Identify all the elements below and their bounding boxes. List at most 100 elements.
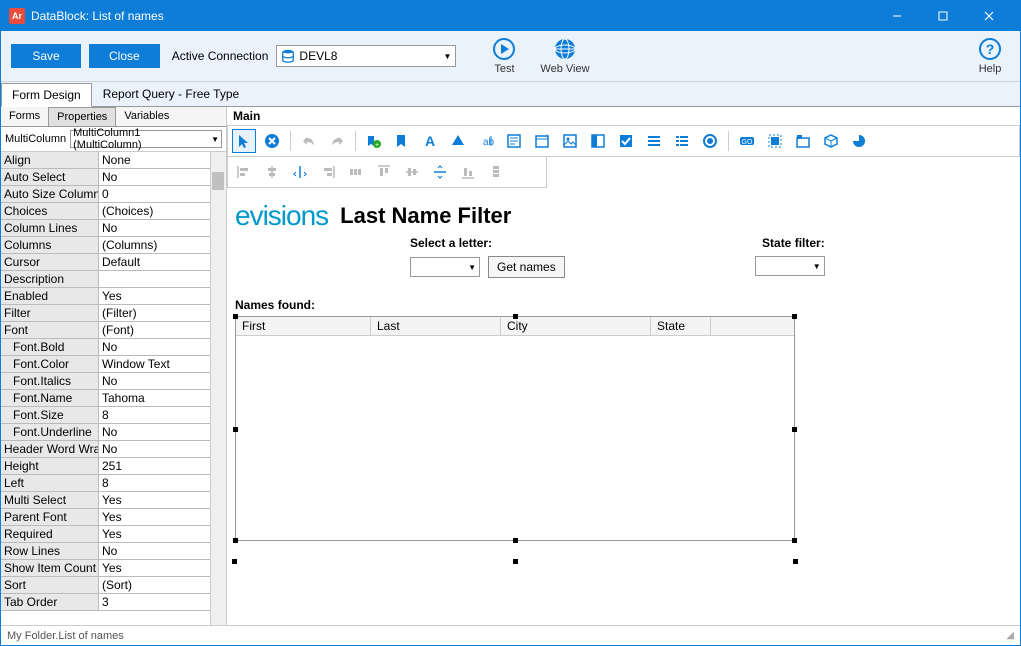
distribute-h-button[interactable] xyxy=(344,160,368,184)
panel-tool[interactable] xyxy=(586,129,610,153)
prop-value[interactable]: Tahoma xyxy=(99,390,226,407)
prop-selector-dropdown[interactable]: MultiColumn1 (MultiColumn)▼ xyxy=(70,130,222,148)
prop-value[interactable]: (Choices) xyxy=(99,203,226,220)
tab-tool[interactable] xyxy=(791,129,815,153)
prop-value[interactable]: No xyxy=(99,543,226,560)
prop-name[interactable]: Show Item Count xyxy=(1,560,99,577)
prop-name[interactable]: Auto Size Columns xyxy=(1,186,99,203)
center-v-button[interactable] xyxy=(428,160,452,184)
image-tool[interactable] xyxy=(558,129,582,153)
prop-name[interactable]: Description xyxy=(1,271,99,288)
tab-variables[interactable]: Variables xyxy=(116,107,177,126)
connection-dropdown[interactable]: DEVL8 ▼ xyxy=(276,45,456,67)
webview-button[interactable]: Web View xyxy=(532,37,597,75)
prop-value[interactable]: 251 xyxy=(99,458,226,475)
prop-name[interactable]: Filter xyxy=(1,305,99,322)
prop-value[interactable]: 8 xyxy=(99,407,226,424)
redo-button[interactable] xyxy=(325,129,349,153)
prop-name[interactable]: Font.Size xyxy=(1,407,99,424)
undo-button[interactable] xyxy=(297,129,321,153)
tab-forms[interactable]: Forms xyxy=(1,107,48,126)
grid-column-header[interactable]: City xyxy=(501,317,651,335)
shape-tool[interactable] xyxy=(446,129,470,153)
design-canvas[interactable]: evisions Last Name Filter Select a lette… xyxy=(227,188,1020,625)
prop-value[interactable]: Yes xyxy=(99,288,226,305)
prop-value[interactable]: Default xyxy=(99,254,226,271)
grid-column-header[interactable]: Last xyxy=(371,317,501,335)
maximize-button[interactable] xyxy=(920,1,966,31)
prop-value[interactable]: No xyxy=(99,169,226,186)
band-tool[interactable] xyxy=(390,129,414,153)
delete-tool[interactable] xyxy=(260,129,284,153)
distribute-v-button[interactable] xyxy=(484,160,508,184)
prop-value[interactable]: (Columns) xyxy=(99,237,226,254)
memo-tool[interactable] xyxy=(502,129,526,153)
align-left-button[interactable] xyxy=(232,160,256,184)
prop-name[interactable]: Align xyxy=(1,152,99,169)
grid-column-header[interactable]: First xyxy=(236,317,371,335)
align-bottom-button[interactable] xyxy=(456,160,480,184)
prop-name[interactable]: Height xyxy=(1,458,99,475)
scrollbar-thumb[interactable] xyxy=(212,172,224,190)
multicolumn-control[interactable]: FirstLastCityState xyxy=(235,316,795,541)
pointer-tool[interactable] xyxy=(232,129,256,153)
prop-value[interactable]: Window Text xyxy=(99,356,226,373)
grid-column-header[interactable]: State xyxy=(651,317,711,335)
button-tool[interactable]: GO xyxy=(735,129,759,153)
prop-name[interactable]: Font.Name xyxy=(1,390,99,407)
prop-value[interactable]: Yes xyxy=(99,526,226,543)
cube-tool[interactable] xyxy=(819,129,843,153)
prop-name[interactable]: Parent Font xyxy=(1,509,99,526)
prop-name[interactable]: Columns xyxy=(1,237,99,254)
save-button[interactable]: Save xyxy=(11,44,81,68)
prop-name[interactable]: Cursor xyxy=(1,254,99,271)
prop-value[interactable]: Yes xyxy=(99,509,226,526)
prop-name[interactable]: Sort xyxy=(1,577,99,594)
list-tool[interactable] xyxy=(642,129,666,153)
prop-value[interactable]: No xyxy=(99,339,226,356)
test-button[interactable]: Test xyxy=(484,37,524,75)
prop-value[interactable]: 8 xyxy=(99,475,226,492)
chart-tool[interactable] xyxy=(847,129,871,153)
center-h-button[interactable] xyxy=(288,160,312,184)
prop-name[interactable]: Required xyxy=(1,526,99,543)
tab-properties[interactable]: Properties xyxy=(48,107,116,126)
get-names-button[interactable]: Get names xyxy=(488,256,565,278)
align-top-button[interactable] xyxy=(372,160,396,184)
prop-value[interactable]: No xyxy=(99,441,226,458)
prop-value[interactable]: No xyxy=(99,220,226,237)
align-middle-button[interactable] xyxy=(400,160,424,184)
prop-value[interactable]: (Filter) xyxy=(99,305,226,322)
prop-name[interactable]: Font.Underline xyxy=(1,424,99,441)
radio-tool[interactable] xyxy=(698,129,722,153)
prop-name[interactable]: Font.Color xyxy=(1,356,99,373)
prop-name[interactable]: Tab Order xyxy=(1,594,99,611)
prop-value[interactable]: Yes xyxy=(99,560,226,577)
minimize-button[interactable] xyxy=(874,1,920,31)
prop-value[interactable]: (Font) xyxy=(99,322,226,339)
prop-value[interactable]: No xyxy=(99,373,226,390)
properties-grid[interactable]: AlignNoneAuto SelectNoAuto Size Columns0… xyxy=(1,151,226,625)
close-button[interactable] xyxy=(966,1,1012,31)
prop-name[interactable]: Choices xyxy=(1,203,99,220)
prop-name[interactable]: Font.Italics xyxy=(1,373,99,390)
prop-value[interactable]: No xyxy=(99,424,226,441)
text-tool[interactable]: A xyxy=(418,129,442,153)
prop-name[interactable]: Enabled xyxy=(1,288,99,305)
properties-scrollbar[interactable] xyxy=(210,152,226,625)
prop-name[interactable]: Font xyxy=(1,322,99,339)
date-tool[interactable]: + xyxy=(530,129,554,153)
prop-name[interactable]: Auto Select xyxy=(1,169,99,186)
prop-value[interactable] xyxy=(99,271,226,288)
align-right-button[interactable] xyxy=(316,160,340,184)
prop-value[interactable]: (Sort) xyxy=(99,577,226,594)
prop-value[interactable]: 0 xyxy=(99,186,226,203)
checkbox-tool[interactable] xyxy=(614,129,638,153)
multicolumn-tool[interactable] xyxy=(670,129,694,153)
prop-name[interactable]: Font.Bold xyxy=(1,339,99,356)
prop-value[interactable]: 3 xyxy=(99,594,226,611)
resize-grip[interactable]: ◢ xyxy=(1006,630,1014,641)
prop-name[interactable]: Column Lines xyxy=(1,220,99,237)
prop-value[interactable]: Yes xyxy=(99,492,226,509)
help-button[interactable]: ? Help xyxy=(970,37,1010,75)
